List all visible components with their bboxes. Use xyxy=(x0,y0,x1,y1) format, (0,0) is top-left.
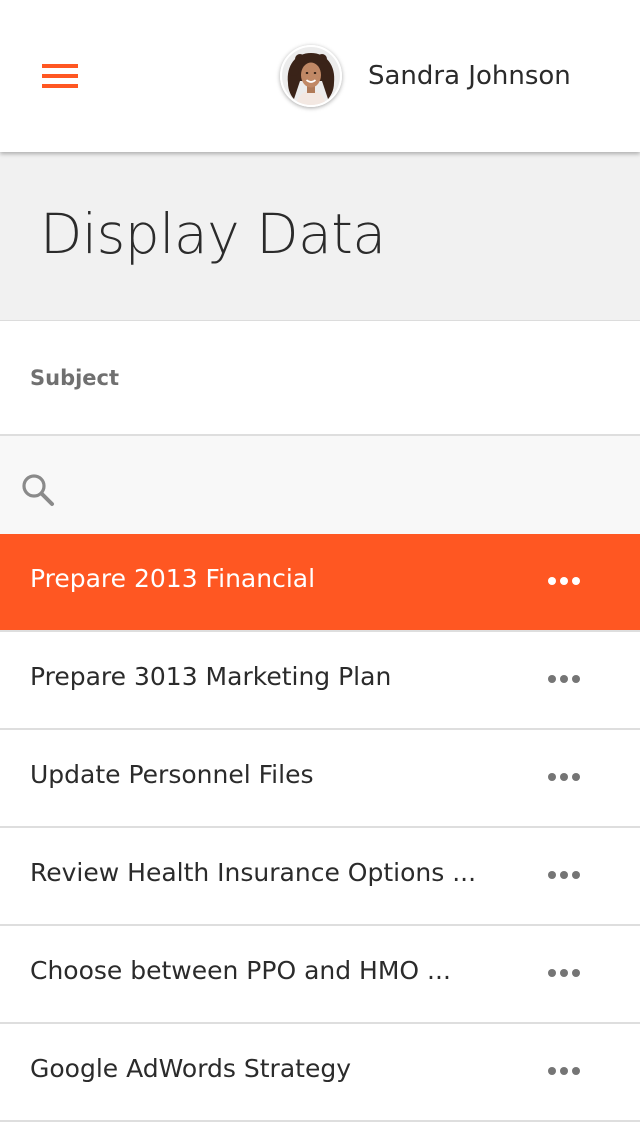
app-header: Sandra Johnson xyxy=(0,0,640,152)
search-input[interactable] xyxy=(70,462,614,508)
list-item[interactable]: Google AdWords Strategy xyxy=(0,1024,640,1122)
list-item-text: Update Personnel Files xyxy=(30,760,314,789)
list-item[interactable]: Choose between PPO and HMO ... xyxy=(0,926,640,1024)
list-item-text: Prepare 3013 Marketing Plan xyxy=(30,662,392,691)
subject-list: Prepare 2013 Financial Prepare 3013 Mark… xyxy=(0,534,640,1122)
user-profile[interactable]: Sandra Johnson xyxy=(280,45,571,107)
more-options-icon[interactable] xyxy=(540,860,588,890)
more-options-icon[interactable] xyxy=(540,1056,588,1086)
list-item-text: Prepare 2013 Financial xyxy=(30,564,316,593)
user-avatar[interactable] xyxy=(280,45,342,107)
column-header: Subject xyxy=(0,321,640,436)
more-options-icon[interactable] xyxy=(540,762,588,792)
list-item-text: Google AdWords Strategy xyxy=(30,1054,351,1083)
list-item-text: Choose between PPO and HMO ... xyxy=(30,956,451,985)
more-options-icon[interactable] xyxy=(540,664,588,694)
search-icon[interactable] xyxy=(18,470,58,510)
list-item-text: Review Health Insurance Options ... xyxy=(30,858,477,887)
list-item[interactable]: Update Personnel Files xyxy=(0,730,640,828)
list-item[interactable]: Prepare 3013 Marketing Plan xyxy=(0,632,640,730)
more-options-icon[interactable] xyxy=(540,958,588,988)
title-band: Display Data xyxy=(0,152,640,321)
more-options-icon[interactable] xyxy=(540,566,588,596)
list-item[interactable]: Review Health Insurance Options ... xyxy=(0,828,640,926)
search-row xyxy=(0,436,640,534)
user-name: Sandra Johnson xyxy=(368,61,571,91)
column-label-subject[interactable]: Subject xyxy=(30,366,119,390)
list-item-selected[interactable]: Prepare 2013 Financial xyxy=(0,534,640,632)
page-title: Display Data xyxy=(40,202,386,266)
hamburger-menu-icon[interactable] xyxy=(34,56,86,96)
